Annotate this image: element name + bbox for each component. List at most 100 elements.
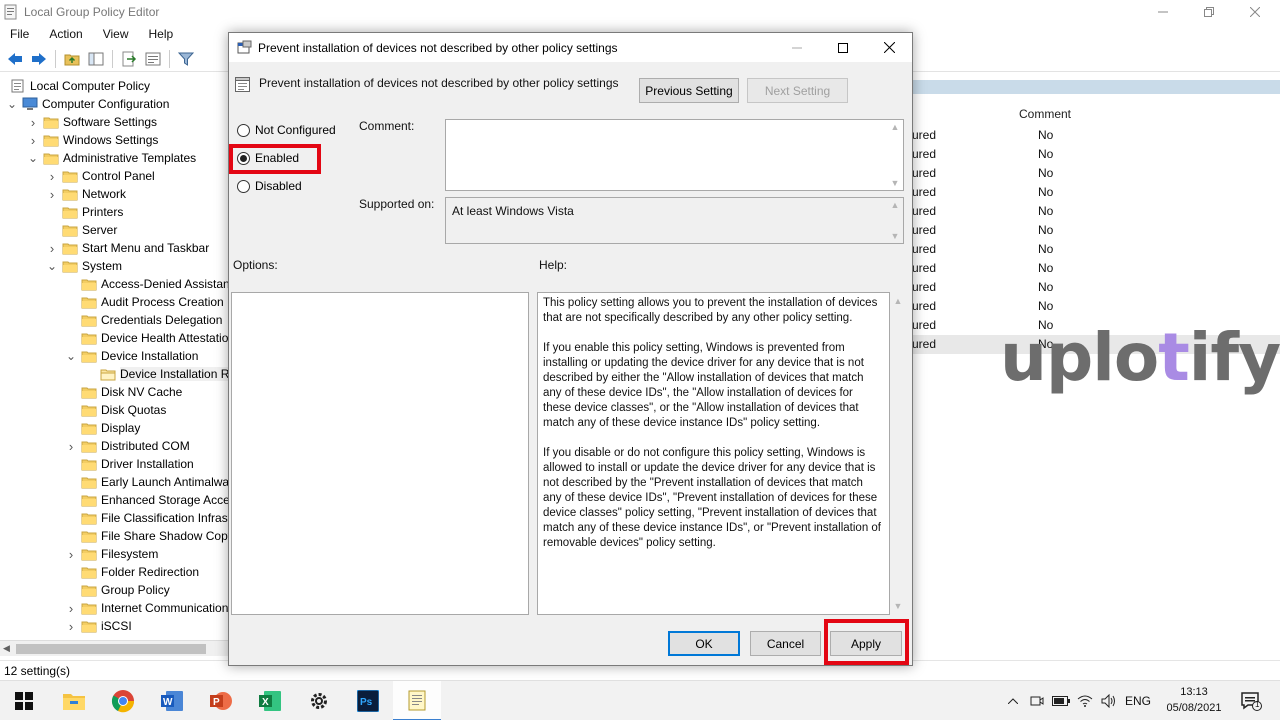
list-state-cell[interactable]: ured xyxy=(912,185,936,199)
menu-file[interactable]: File xyxy=(0,24,39,44)
next-setting-button[interactable]: Next Setting xyxy=(747,78,848,103)
dialog-close-button[interactable] xyxy=(866,33,912,62)
tree-item[interactable]: ⌄ Administrative Templates xyxy=(27,149,196,167)
scrollbar-thumb[interactable] xyxy=(16,644,206,654)
export-list-button[interactable] xyxy=(118,49,140,69)
restore-button[interactable] xyxy=(1186,0,1232,24)
tree-item[interactable]: › Windows Settings xyxy=(27,131,159,149)
menu-view[interactable]: View xyxy=(93,24,139,44)
list-state-cell[interactable]: ured xyxy=(912,147,936,161)
up-one-level-button[interactable] xyxy=(61,49,83,69)
tree-item[interactable]: › Network xyxy=(46,185,126,203)
tree-item[interactable]: › iSCSI xyxy=(65,617,132,635)
expander-closed-icon[interactable]: › xyxy=(65,601,77,616)
previous-setting-button[interactable]: Previous Setting xyxy=(639,78,739,103)
radio-disabled[interactable]: Disabled xyxy=(237,177,302,195)
list-state-cell[interactable]: ured xyxy=(912,223,936,237)
apply-button[interactable]: Apply xyxy=(830,631,902,656)
expander-closed-icon[interactable]: › xyxy=(46,241,58,256)
expander-closed-icon[interactable]: › xyxy=(46,169,58,184)
expander-open-icon[interactable]: ⌄ xyxy=(46,259,58,273)
cancel-button[interactable]: Cancel xyxy=(750,631,821,656)
tree-item[interactable]: Driver Installation xyxy=(65,455,194,473)
comment-scrollbar[interactable]: ▲ ▼ xyxy=(889,122,901,188)
tree-item[interactable]: Access-Denied Assistance xyxy=(65,275,229,293)
expander-closed-icon[interactable]: › xyxy=(27,115,39,130)
tree-item[interactable]: › Start Menu and Taskbar xyxy=(46,239,209,257)
properties-button[interactable] xyxy=(142,49,164,69)
tree-item[interactable]: Device Health Attestation Service xyxy=(65,329,229,347)
tree-item[interactable]: Server xyxy=(46,221,117,239)
tree-item[interactable]: › Software Settings xyxy=(27,113,157,131)
expander-closed-icon[interactable]: › xyxy=(65,439,77,454)
list-state-cell[interactable]: ured xyxy=(912,280,936,294)
filter-button[interactable] xyxy=(175,49,197,69)
forward-button[interactable] xyxy=(28,49,50,69)
radio-not-configured[interactable]: Not Configured xyxy=(237,121,336,139)
help-scrollbar[interactable]: ▲ ▼ xyxy=(891,292,905,615)
tree-item[interactable]: Disk NV Cache xyxy=(65,383,182,401)
tree-item[interactable]: Folder Redirection xyxy=(65,563,199,581)
taskbar-photoshop[interactable]: Ps xyxy=(344,681,392,720)
close-button[interactable] xyxy=(1232,0,1278,24)
tree-item[interactable]: › Control Panel xyxy=(46,167,155,185)
tree-item[interactable]: › Distributed COM xyxy=(65,437,190,455)
tree-item[interactable]: Local Computer Policy xyxy=(6,77,150,95)
tree-item[interactable]: File Share Shadow Copy Provider xyxy=(65,527,229,545)
comment-textbox[interactable]: ▲ ▼ xyxy=(445,119,904,191)
taskbar-powerpoint[interactable]: P xyxy=(197,681,245,720)
tray-meet-now[interactable] xyxy=(1027,681,1047,720)
taskbar-settings[interactable] xyxy=(295,681,343,720)
menu-action[interactable]: Action xyxy=(39,24,92,44)
list-state-cell[interactable]: ured xyxy=(912,261,936,275)
list-comment-cell[interactable]: No xyxy=(1038,261,1053,275)
comment-column-header[interactable]: Comment xyxy=(1019,107,1071,121)
list-comment-cell[interactable]: No xyxy=(1038,280,1053,294)
list-comment-cell[interactable]: No xyxy=(1038,242,1053,256)
action-center-button[interactable]: 1 xyxy=(1236,681,1266,720)
list-state-cell[interactable]: ured xyxy=(912,204,936,218)
start-button[interactable] xyxy=(0,681,48,720)
expander-open-icon[interactable]: ⌄ xyxy=(6,97,18,111)
list-state-cell[interactable]: ured xyxy=(912,166,936,180)
tree-item[interactable]: › Filesystem xyxy=(65,545,159,563)
expander-closed-icon[interactable]: › xyxy=(27,133,39,148)
radio-enabled[interactable]: Enabled xyxy=(237,149,299,167)
list-state-cell[interactable]: ured xyxy=(912,318,936,332)
expander-closed-icon[interactable]: › xyxy=(46,187,58,202)
supported-on-textbox[interactable]: At least Windows Vista ▲ ▼ xyxy=(445,197,904,244)
tree-item[interactable]: Device Installation Restrictions xyxy=(84,365,229,383)
list-state-cell[interactable]: ured xyxy=(912,299,936,313)
taskbar-policy-editor[interactable] xyxy=(393,681,441,720)
list-state-cell[interactable]: ured xyxy=(912,337,936,351)
list-comment-cell[interactable]: No xyxy=(1038,204,1053,218)
tree-item[interactable]: Audit Process Creation xyxy=(65,293,224,311)
expander-closed-icon[interactable]: › xyxy=(65,547,77,562)
show-hidden-icons-button[interactable] xyxy=(1004,681,1022,720)
tray-language[interactable]: ENG xyxy=(1122,681,1154,720)
dialog-maximize-button[interactable] xyxy=(820,33,866,62)
help-panel[interactable]: This policy setting allows you to preven… xyxy=(537,292,890,615)
taskbar-word[interactable]: W xyxy=(148,681,196,720)
tray-clock[interactable]: 13:13 05/08/2021 xyxy=(1155,684,1233,716)
minimize-button[interactable] xyxy=(1140,0,1186,24)
tree-item[interactable]: File Classification Infrastructure xyxy=(65,509,229,527)
tree-item[interactable]: ⌄ System xyxy=(46,257,122,275)
tray-network[interactable] xyxy=(1074,681,1096,720)
tree-item[interactable]: ⌄ Device Installation xyxy=(65,347,198,365)
supported-scrollbar[interactable]: ▲ ▼ xyxy=(889,200,901,241)
tree-item[interactable]: Group Policy xyxy=(65,581,170,599)
tree-item[interactable]: Disk Quotas xyxy=(65,401,166,419)
ok-button[interactable]: OK xyxy=(668,631,740,656)
tree-item[interactable]: ⌄ Computer Configuration xyxy=(6,95,169,113)
taskbar-chrome[interactable] xyxy=(99,681,147,720)
list-comment-cell[interactable]: No xyxy=(1038,223,1053,237)
expander-open-icon[interactable]: ⌄ xyxy=(65,349,77,363)
tray-battery[interactable] xyxy=(1050,681,1072,720)
back-button[interactable] xyxy=(4,49,26,69)
tree-item[interactable]: › Internet Communication Management xyxy=(65,599,229,617)
list-comment-cell[interactable]: No xyxy=(1038,299,1053,313)
list-comment-cell[interactable]: No xyxy=(1038,166,1053,180)
tree-item[interactable]: Printers xyxy=(46,203,123,221)
tree-item[interactable]: Early Launch Antimalware xyxy=(65,473,229,491)
